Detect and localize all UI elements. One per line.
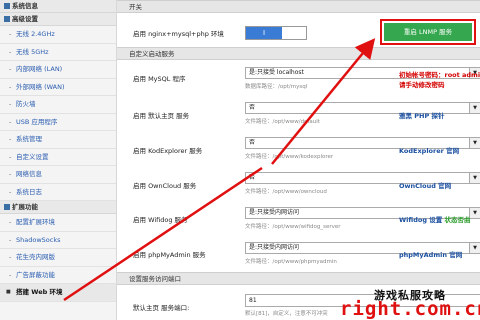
pma-label: 启用 phpMyAdmin 服务	[133, 251, 206, 259]
sidebar-item[interactable]: 系统日志	[0, 184, 116, 201]
mysql-hint: 数据库路径：/opt/mysql	[245, 84, 308, 90]
sidebar-item-system-info[interactable]: 系统信息	[0, 0, 116, 13]
main-panel: 开关 启用 nginx+mysql+php 环境 I 重启 LNMP 服务 自定…	[117, 0, 480, 320]
port-hint: 默认[81]，自定义，注意不可冲突	[245, 311, 328, 317]
watermark-en: right.com.cn	[340, 298, 480, 320]
wifidog-label: 启用 Wifidog 服务	[133, 216, 188, 224]
wifidog-status: 状态否曲	[444, 216, 471, 224]
nginx-toggle[interactable]: I	[245, 26, 307, 40]
kod-link[interactable]: KodExplorer 官网	[399, 145, 459, 155]
owncloud-link[interactable]: OwnCloud 官网	[399, 180, 451, 190]
kod-hint: 文件路径：/opt/www/kodexplorer	[245, 154, 334, 160]
sidebar-item[interactable]: 搭建 Web 环境	[0, 284, 116, 302]
pma-hint: 文件路径：/opt/www/phpmyadmin	[245, 259, 337, 265]
sidebar-item[interactable]: 广告屏蔽功能	[0, 267, 116, 284]
sidebar-item[interactable]: 内部网络 (LAN)	[0, 61, 116, 79]
sidebar-item[interactable]: 网络信息	[0, 166, 116, 184]
sidebar-item[interactable]: 自定义设置	[0, 149, 116, 166]
sidebar-section-advanced[interactable]: 高级设置	[0, 13, 116, 26]
mysql-label: 启用 MySQL 程序	[133, 75, 186, 83]
probe-link[interactable]: 雅黑 PHP 探针	[399, 110, 445, 120]
info-icon	[4, 3, 10, 9]
owncloud-hint: 文件路径：/opt/www/owncloud	[245, 189, 327, 195]
mysql-note-2: 请手动修改密码	[399, 81, 445, 89]
pma-link[interactable]: phpMyAdmin 官网	[399, 249, 462, 259]
sidebar-section-extensions[interactable]: 扩展功能	[0, 201, 116, 214]
restart-lnmp-button[interactable]: 重启 LNMP 服务	[380, 19, 476, 45]
default-label: 启用 默认主页 服务	[133, 112, 190, 120]
restart-lnmp-label: 重启 LNMP 服务	[384, 23, 472, 41]
wifidog-link[interactable]: Wifidog 设置 状态否曲	[399, 214, 471, 224]
section-header-switch: 开关	[117, 0, 480, 13]
sidebar: 系统信息 高级设置 无线 2.4GHz无线 5GHz内部网络 (LAN)外部网络…	[0, 0, 117, 320]
sidebar-item[interactable]: 无线 2.4GHz	[0, 26, 116, 44]
kod-label: 启用 KodExplorer 服务	[133, 147, 203, 155]
sidebar-item[interactable]: ShadowSocks	[0, 232, 116, 249]
sidebar-item[interactable]: 花生壳内网版	[0, 249, 116, 267]
wifidog-hint: 文件路径：/opt/www/wifidog_server	[245, 224, 341, 230]
settings-icon	[4, 16, 10, 22]
watermark: 游戏私服攻略 right.com.cn	[340, 284, 480, 320]
default-hint: 文件路径：/opt/www/default	[245, 119, 320, 125]
grid-icon	[4, 204, 10, 210]
sidebar-item[interactable]: 系统管理	[0, 131, 116, 149]
chevron-down-icon: ▼	[469, 173, 480, 183]
port-label: 默认主页 服务端口:	[133, 304, 190, 312]
sidebar-item[interactable]: 配置扩展环境	[0, 214, 116, 232]
mysql-note-1: 初始帐号密码：root admin	[399, 71, 480, 79]
section-header-autostart: 自定义启动服务	[117, 47, 480, 60]
sidebar-item[interactable]: 外部网络 (WAN)	[0, 79, 116, 96]
toggle-knob: I	[246, 27, 282, 39]
sidebar-item[interactable]: 防火墙	[0, 96, 116, 114]
sidebar-item[interactable]: USB 应用程序	[0, 114, 116, 131]
chevron-down-icon: ▼	[469, 138, 480, 148]
owncloud-label: 启用 OwnCloud 服务	[133, 182, 197, 190]
nginx-label: 启用 nginx+mysql+php 环境	[133, 30, 224, 38]
chevron-down-icon: ▼	[469, 243, 480, 253]
chevron-down-icon: ▼	[469, 103, 480, 113]
sidebar-item[interactable]: 无线 5GHz	[0, 44, 116, 61]
